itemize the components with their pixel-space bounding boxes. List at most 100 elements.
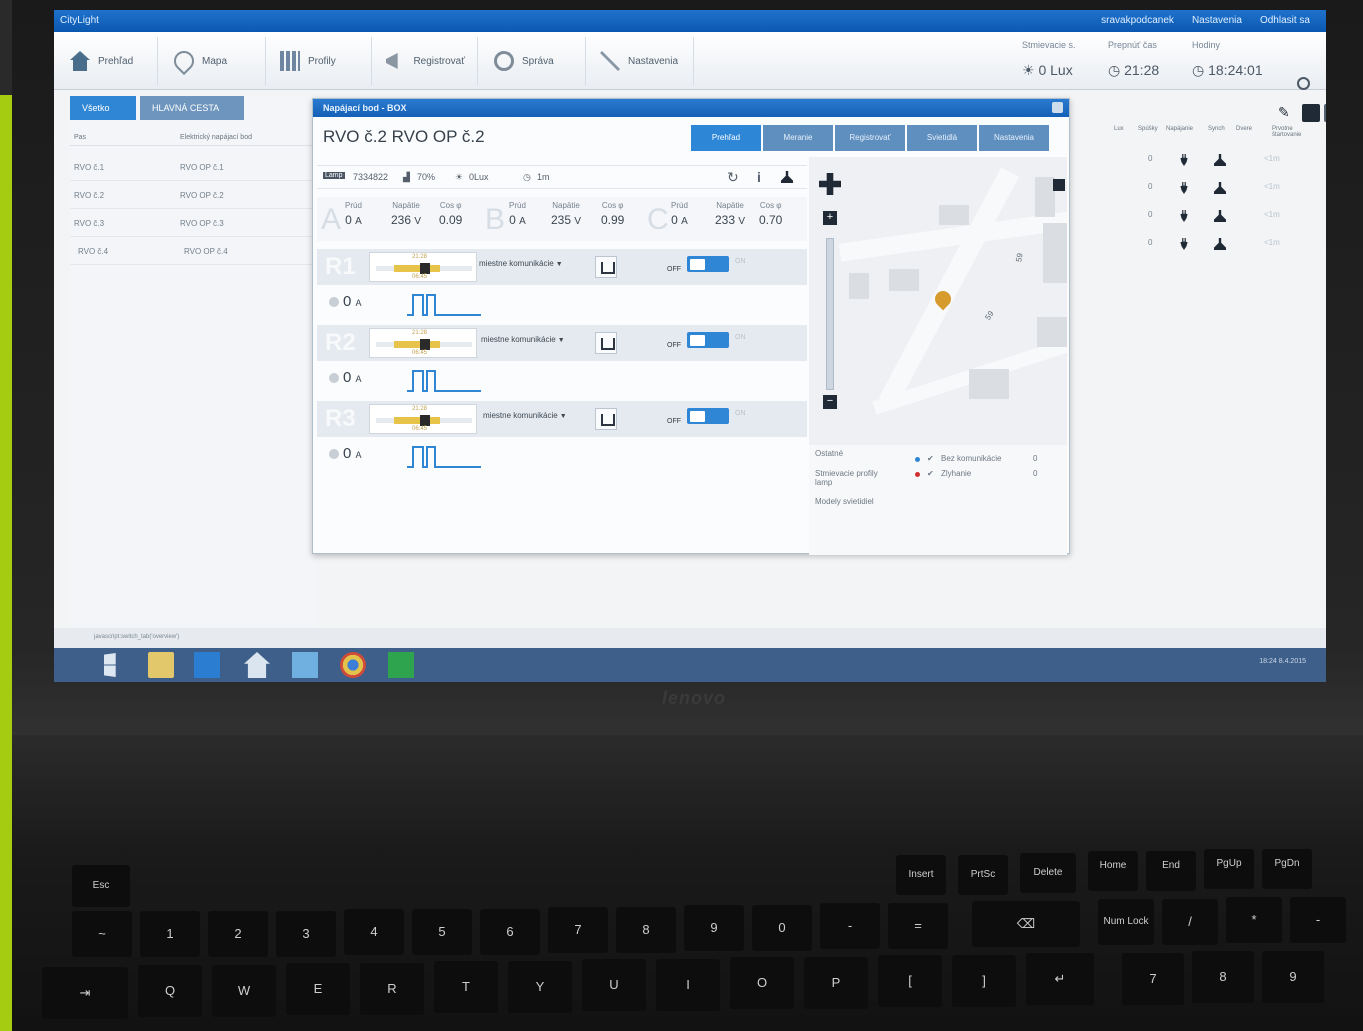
column-header[interactable]: Spúšky <box>1138 126 1158 132</box>
nav-overview-button[interactable]: Prehľad <box>58 37 158 85</box>
time-slider[interactable]: 21:28 06:45 <box>369 328 477 358</box>
left-table-header: Pas Elektrický napájací bod <box>70 130 315 146</box>
layers-icon[interactable] <box>1053 179 1065 191</box>
key: 6 <box>480 909 540 955</box>
column-header[interactable]: Lux <box>1114 126 1124 132</box>
home-icon[interactable] <box>244 652 270 678</box>
top-bar: CityLight sravakpodcanek Nastavenia Odhl… <box>54 10 1326 32</box>
relay-toggle[interactable]: OFF ON <box>667 256 746 276</box>
windows-start-icon[interactable] <box>104 653 116 677</box>
table-row[interactable]: RVO č.3 RVO OP č.3 <box>70 210 315 237</box>
chrome-icon[interactable] <box>340 652 366 678</box>
pan-icon[interactable] <box>819 173 841 195</box>
nav-register-button[interactable]: Registrovať <box>374 37 478 85</box>
row-time: <1m <box>1264 210 1280 219</box>
tab-lamps[interactable]: Svietidlá <box>907 125 977 151</box>
legend-category[interactable]: Stmievacie profily lamp <box>815 469 895 487</box>
slider-thumb[interactable] <box>420 415 430 426</box>
mode-select[interactable]: miestne komunikácie <box>479 259 563 268</box>
column-header[interactable]: Dvere <box>1236 126 1252 132</box>
tab-register[interactable]: Registrovať <box>835 125 905 151</box>
zoom-slider[interactable] <box>826 238 834 390</box>
column-header[interactable]: Synch <box>1208 126 1225 132</box>
table-row[interactable]: RVO č.1 RVO OP č.1 <box>70 154 315 181</box>
column-header[interactable]: Napájanie <box>1166 126 1193 132</box>
road-number: 59 <box>1014 252 1025 263</box>
dialog-tabs: Prehľad Meranie Registrovať Svietidlá Na… <box>691 125 1049 151</box>
relay-toggle[interactable]: OFF ON <box>667 332 746 352</box>
column-header[interactable]: Elektrický napájací bod <box>180 134 252 141</box>
check-icon[interactable]: ✔ <box>927 454 934 463</box>
row-lux: 0 <box>1148 210 1153 219</box>
toggle-off-label: OFF <box>667 342 681 349</box>
screen: CityLight sravakpodcanek Nastavenia Odhl… <box>54 10 1326 682</box>
nav-settings-button[interactable]: Nastavenia <box>588 37 694 85</box>
manual-control-icon[interactable] <box>595 332 617 354</box>
settings-link[interactable]: Nastavenia <box>1192 15 1242 26</box>
desktop-icon[interactable] <box>194 652 220 678</box>
manual-control-icon[interactable] <box>595 256 617 278</box>
relay-toggle[interactable]: OFF ON <box>667 408 746 428</box>
mode-select[interactable]: miestne komunikácie <box>481 335 565 344</box>
signal-icon: ▟ <box>403 172 410 182</box>
store-icon[interactable] <box>388 652 414 678</box>
tab-all[interactable]: Všetko <box>70 96 136 120</box>
status-dot <box>329 449 339 459</box>
laptop-logo: lenovo <box>662 688 727 708</box>
lamp-icon[interactable] <box>781 171 793 183</box>
info-icon[interactable]: i <box>757 169 761 185</box>
key: 1 <box>140 911 200 957</box>
plug-icon <box>1180 210 1188 222</box>
table-row[interactable]: RVO č.2 RVO OP č.2 <box>70 182 315 209</box>
key: - <box>1290 897 1346 943</box>
tray-clock: 18:24 8.4.2015 <box>1259 658 1306 665</box>
check-icon[interactable]: ✔ <box>927 469 934 478</box>
legend-category[interactable]: Modely svietidiel <box>815 497 874 506</box>
app-name: CityLight <box>60 15 99 26</box>
close-icon[interactable] <box>1052 102 1063 113</box>
manual-control-icon[interactable] <box>595 408 617 430</box>
column-header[interactable]: Prvotne štartovanie <box>1272 126 1312 138</box>
table-row[interactable]: 0 <1m <box>1084 238 1326 266</box>
legend-item-label: Zlyhanie <box>941 469 972 478</box>
table-row[interactable]: RVO č.4 RVO OP č.4 <box>70 238 315 265</box>
nav-map-button[interactable]: Mapa <box>162 37 266 85</box>
logout-link[interactable]: Odhlasit sa <box>1260 15 1310 26</box>
user-link[interactable]: sravakpodcanek <box>1101 15 1174 26</box>
file-explorer-icon[interactable] <box>148 652 174 678</box>
refresh-icon[interactable]: ↻ <box>727 169 739 186</box>
tab-settings[interactable]: Nastavenia <box>979 125 1049 151</box>
list-view-icon[interactable] <box>1302 104 1320 122</box>
voltage-unit: V <box>738 216 746 227</box>
table-row[interactable]: 0 <1m <box>1084 182 1326 210</box>
legend-category[interactable]: Ostatné <box>815 449 843 458</box>
table-row[interactable]: 0 <1m <box>1084 210 1326 238</box>
nav-profiles-button[interactable]: Profily <box>268 37 372 85</box>
legend-item-count: 0 <box>1033 454 1038 463</box>
pin-icon[interactable]: ✎ <box>1278 104 1296 122</box>
tab-main-road[interactable]: HLAVNÁ CESTA <box>140 96 244 120</box>
mode-select[interactable]: miestne komunikácie <box>483 411 567 420</box>
app-icon[interactable] <box>292 652 318 678</box>
column-header[interactable]: Pas <box>74 134 86 141</box>
cos-value: 0.70 <box>759 213 783 227</box>
plug-icon <box>1180 238 1188 250</box>
slider-thumb[interactable] <box>420 263 430 274</box>
zoom-out-button[interactable]: − <box>823 395 837 409</box>
time-slider[interactable]: 21:28 06:45 <box>369 404 477 434</box>
table-row[interactable]: 0 <1m <box>1084 154 1326 182</box>
lux-value: 0Lux <box>469 172 489 182</box>
right-table-header: Lux Spúšky Napájanie Synch Dvere Prvotne… <box>1084 126 1326 144</box>
grid-view-icon[interactable] <box>1324 104 1326 122</box>
tab-measurement[interactable]: Meranie <box>763 125 833 151</box>
legend-item-count: 0 <box>1033 469 1038 478</box>
cos-label: Cos φ <box>759 201 782 210</box>
nav-admin-button[interactable]: Správa <box>482 37 586 85</box>
search-icon[interactable] <box>1297 77 1310 90</box>
voltage-value: 233 <box>715 213 736 227</box>
time-slider[interactable]: 21:28 06:45 <box>369 252 477 282</box>
zoom-in-button[interactable]: + <box>823 211 837 225</box>
key: 9 <box>684 905 744 951</box>
tab-overview[interactable]: Prehľad <box>691 125 761 151</box>
slider-thumb[interactable] <box>420 339 430 350</box>
